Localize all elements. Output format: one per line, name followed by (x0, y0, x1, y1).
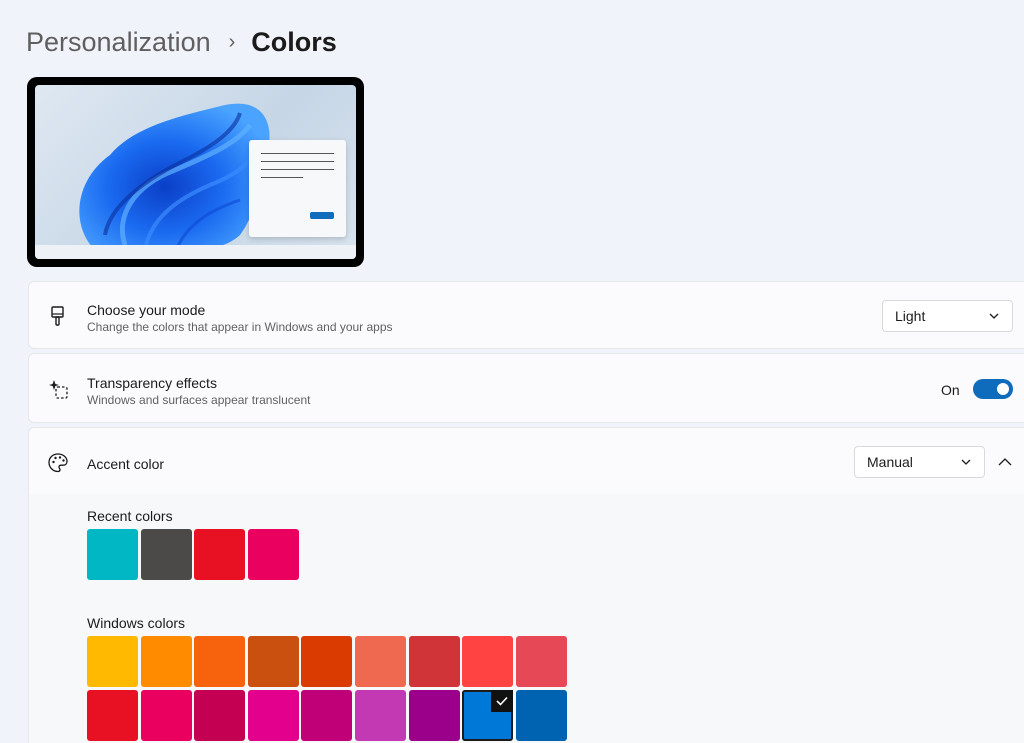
accent-color-card: Accent color Manual (28, 427, 1024, 495)
toggle-knob (997, 383, 1009, 395)
accent-dropdown[interactable]: Manual (854, 446, 985, 478)
chevron-down-icon (961, 459, 971, 465)
windows-color-swatch[interactable] (462, 690, 514, 741)
windows-color-swatch[interactable] (87, 636, 138, 687)
windows-color-swatch[interactable] (247, 636, 299, 687)
windows-color-swatch[interactable] (408, 690, 460, 741)
preview-window (249, 140, 346, 237)
preview-accent-button (310, 212, 334, 219)
recent-color-swatch[interactable] (194, 529, 246, 580)
recent-colors-label: Recent colors (87, 508, 173, 524)
accent-title: Accent color (87, 456, 165, 472)
transparency-card: Transparency effects Windows and surface… (28, 353, 1024, 423)
transparency-sparkle-icon (49, 380, 68, 399)
breadcrumb-personalization-link[interactable]: Personalization (26, 27, 211, 58)
preview-desktop (35, 85, 356, 259)
windows-color-swatch[interactable] (301, 690, 353, 741)
brush-icon (51, 306, 64, 326)
preview-text-line (261, 161, 334, 162)
collapse-chevron-up-icon[interactable] (990, 446, 1020, 478)
windows-color-swatch[interactable] (247, 690, 299, 741)
windows-color-swatch[interactable] (515, 636, 567, 687)
transparency-title: Transparency effects (87, 375, 217, 391)
mode-title: Choose your mode (87, 302, 206, 318)
mode-dropdown[interactable]: Light (882, 300, 1013, 332)
windows-color-swatch[interactable] (355, 636, 406, 687)
breadcrumb: Personalization › Colors (26, 24, 337, 60)
windows-color-swatch[interactable] (140, 690, 192, 741)
windows-color-swatch[interactable] (194, 636, 246, 687)
preview-text-line (261, 169, 334, 170)
preview-text-line (261, 153, 334, 154)
page-title: Colors (251, 26, 337, 57)
mode-dropdown-value: Light (895, 308, 926, 324)
choose-mode-card: Choose your mode Change the colors that … (28, 281, 1024, 349)
windows-color-swatch[interactable] (194, 690, 246, 741)
recent-color-swatch[interactable] (247, 529, 299, 580)
transparency-toggle[interactable] (973, 379, 1013, 399)
accent-color-panel: Recent colors Windows colors (28, 494, 1024, 743)
windows-colors-label: Windows colors (87, 615, 186, 631)
windows-color-swatch[interactable] (355, 690, 406, 741)
recent-color-swatch[interactable] (87, 529, 138, 580)
palette-icon (48, 453, 68, 473)
windows-color-swatch[interactable] (408, 636, 460, 687)
theme-preview (27, 77, 364, 267)
windows-color-swatch[interactable] (301, 636, 353, 687)
recent-color-swatch[interactable] (140, 529, 192, 580)
windows-color-swatch[interactable] (515, 690, 567, 741)
windows-color-swatch[interactable] (87, 690, 138, 741)
preview-taskbar (35, 245, 356, 259)
checkmark-icon (491, 690, 514, 712)
transparency-subtitle: Windows and surfaces appear translucent (87, 393, 311, 407)
windows-color-swatch[interactable] (462, 636, 514, 687)
breadcrumb-separator: › (228, 30, 236, 53)
mode-subtitle: Change the colors that appear in Windows… (87, 320, 393, 334)
windows-color-swatch[interactable] (140, 636, 192, 687)
transparency-state-label: On (941, 382, 960, 398)
accent-dropdown-value: Manual (867, 454, 913, 470)
chevron-down-icon (989, 313, 999, 319)
preview-text-line (261, 177, 303, 178)
